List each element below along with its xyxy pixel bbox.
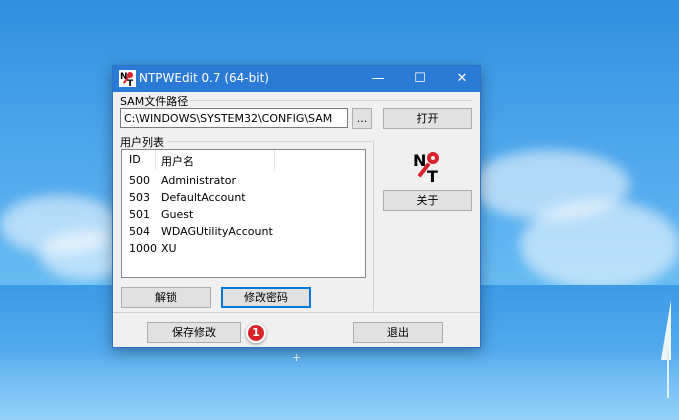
title-bar[interactable]: N T NTPWEdit 0.7 (64-bit) — ☐ ✕ xyxy=(113,66,480,92)
user-id: 1000 xyxy=(129,242,157,255)
column-header-username[interactable]: 用户名 xyxy=(161,153,194,169)
minimize-button[interactable]: — xyxy=(360,66,396,92)
ntpwedit-logo-icon: N T xyxy=(413,151,439,184)
ntpwedit-app-icon: N T xyxy=(119,70,136,87)
close-button[interactable]: ✕ xyxy=(444,66,480,92)
user-id: 501 xyxy=(129,208,150,221)
table-row[interactable]: 503 DefaultAccount xyxy=(122,189,365,206)
open-button[interactable]: 打开 xyxy=(383,108,472,129)
shore xyxy=(0,350,679,420)
user-name: Guest xyxy=(161,208,194,221)
user-name: XU xyxy=(161,242,177,255)
table-row[interactable]: 500 Administrator xyxy=(122,172,365,189)
user-name: WDAGUtilityAccount xyxy=(161,225,273,238)
svg-text:T: T xyxy=(127,79,134,87)
about-button[interactable]: 关于 xyxy=(383,190,472,211)
table-row[interactable]: 504 WDAGUtilityAccount xyxy=(122,223,365,240)
browse-button[interactable]: ... xyxy=(352,108,372,129)
user-list[interactable]: ID 用户名 500 Administrator 503 DefaultAcco… xyxy=(121,149,366,278)
change-password-button[interactable]: 修改密码 xyxy=(221,287,311,308)
column-header-id[interactable]: ID xyxy=(129,153,141,166)
window-title: NTPWEdit 0.7 (64-bit) xyxy=(139,71,269,85)
table-row[interactable]: 501 Guest xyxy=(122,206,365,223)
sailboat xyxy=(661,300,671,360)
unlock-button[interactable]: 解锁 xyxy=(121,287,211,308)
step-badge: 1 xyxy=(246,323,266,343)
user-name: DefaultAccount xyxy=(161,191,246,204)
user-id: 500 xyxy=(129,174,150,187)
user-id: 504 xyxy=(129,225,150,238)
maximize-button[interactable]: ☐ xyxy=(402,66,438,92)
exit-button[interactable]: 退出 xyxy=(353,322,443,343)
sam-path-input[interactable]: C:\WINDOWS\SYSTEM32\CONFIG\SAM xyxy=(120,108,348,128)
user-list-label: 用户列表 xyxy=(120,136,164,149)
sam-path-label: SAM文件路径 xyxy=(120,95,189,108)
user-id: 503 xyxy=(129,191,150,204)
save-changes-button[interactable]: 保存修改 xyxy=(147,322,241,343)
user-name: Administrator xyxy=(161,174,236,187)
svg-text:T: T xyxy=(427,167,438,184)
ntpwedit-window: N T NTPWEdit 0.7 (64-bit) — ☐ ✕ SAM文件路径 … xyxy=(112,65,481,348)
table-row[interactable]: 1000 XU xyxy=(122,240,365,257)
